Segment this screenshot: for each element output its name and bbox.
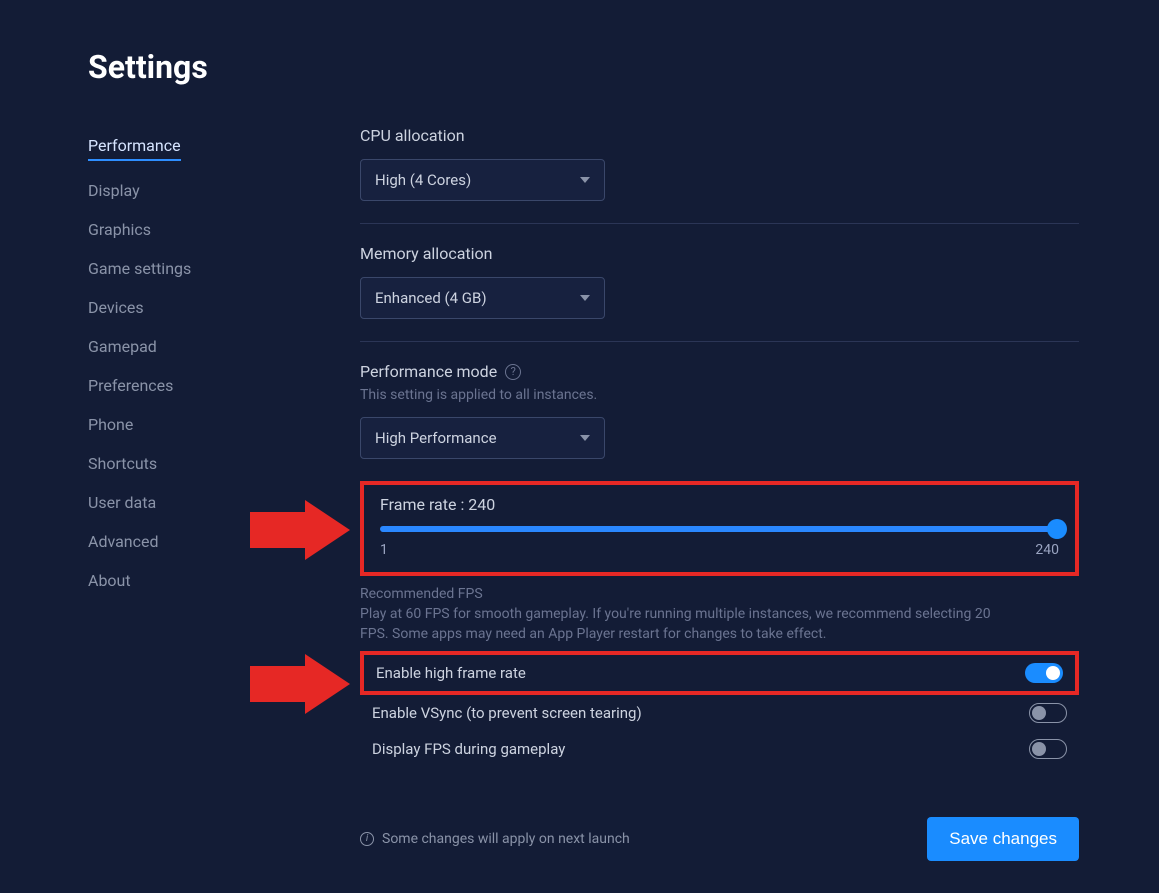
sidebar-item-shortcuts[interactable]: Shortcuts [88, 444, 288, 483]
help-icon[interactable]: ? [505, 364, 521, 380]
info-icon: i [360, 832, 374, 846]
divider [360, 341, 1079, 342]
enable-high-frame-rate-row: Enable high frame rate [360, 651, 1079, 695]
settings-sidebar: Performance Display Graphics Game settin… [88, 126, 288, 861]
enable-vsync-toggle[interactable] [1029, 703, 1067, 723]
performance-mode-label: Performance mode ? [360, 362, 1079, 381]
footer-note: i Some changes will apply on next launch [360, 831, 630, 847]
cpu-allocation-value: High (4 Cores) [375, 171, 471, 189]
memory-allocation-select[interactable]: Enhanced (4 GB) [360, 277, 605, 319]
frame-rate-max: 240 [1035, 542, 1059, 558]
recommended-fps-text: Play at 60 FPS for smooth gameplay. If y… [360, 604, 1000, 645]
sidebar-item-gamepad[interactable]: Gamepad [88, 327, 288, 366]
annotation-arrow-icon [250, 500, 350, 560]
divider [360, 223, 1079, 224]
chevron-down-icon [580, 295, 590, 301]
sidebar-item-phone[interactable]: Phone [88, 405, 288, 444]
cpu-allocation-label: CPU allocation [360, 126, 1079, 145]
sidebar-item-devices[interactable]: Devices [88, 288, 288, 327]
display-fps-row: Display FPS during gameplay [360, 731, 1079, 767]
display-fps-toggle[interactable] [1029, 739, 1067, 759]
enable-vsync-label: Enable VSync (to prevent screen tearing) [372, 704, 642, 722]
enable-vsync-row: Enable VSync (to prevent screen tearing) [360, 695, 1079, 731]
performance-mode-sublabel: This setting is applied to all instances… [360, 387, 1079, 403]
frame-rate-slider[interactable] [380, 526, 1059, 532]
cpu-allocation-select[interactable]: High (4 Cores) [360, 159, 605, 201]
chevron-down-icon [580, 177, 590, 183]
annotation-arrow-icon [250, 654, 350, 714]
slider-thumb[interactable] [1047, 519, 1067, 539]
page-title: Settings [88, 48, 1079, 86]
frame-rate-min: 1 [380, 542, 388, 558]
frame-rate-label: Frame rate : 240 [380, 495, 1059, 514]
sidebar-item-preferences[interactable]: Preferences [88, 366, 288, 405]
frame-rate-section: Frame rate : 240 1 240 [360, 481, 1079, 576]
sidebar-item-about[interactable]: About [88, 561, 288, 600]
recommended-fps-title: Recommended FPS [360, 586, 1079, 602]
enable-high-frame-rate-label: Enable high frame rate [376, 664, 526, 682]
display-fps-label: Display FPS during gameplay [372, 740, 565, 758]
memory-allocation-value: Enhanced (4 GB) [375, 289, 487, 307]
sidebar-item-display[interactable]: Display [88, 171, 288, 210]
save-changes-button[interactable]: Save changes [927, 817, 1079, 861]
performance-mode-select[interactable]: High Performance [360, 417, 605, 459]
performance-mode-value: High Performance [375, 429, 497, 447]
settings-panel: CPU allocation High (4 Cores) Memory all… [360, 126, 1079, 861]
enable-high-frame-rate-toggle[interactable] [1025, 663, 1063, 683]
sidebar-item-game-settings[interactable]: Game settings [88, 249, 288, 288]
chevron-down-icon [580, 435, 590, 441]
memory-allocation-label: Memory allocation [360, 244, 1079, 263]
sidebar-item-graphics[interactable]: Graphics [88, 210, 288, 249]
sidebar-item-performance[interactable]: Performance [88, 126, 181, 161]
